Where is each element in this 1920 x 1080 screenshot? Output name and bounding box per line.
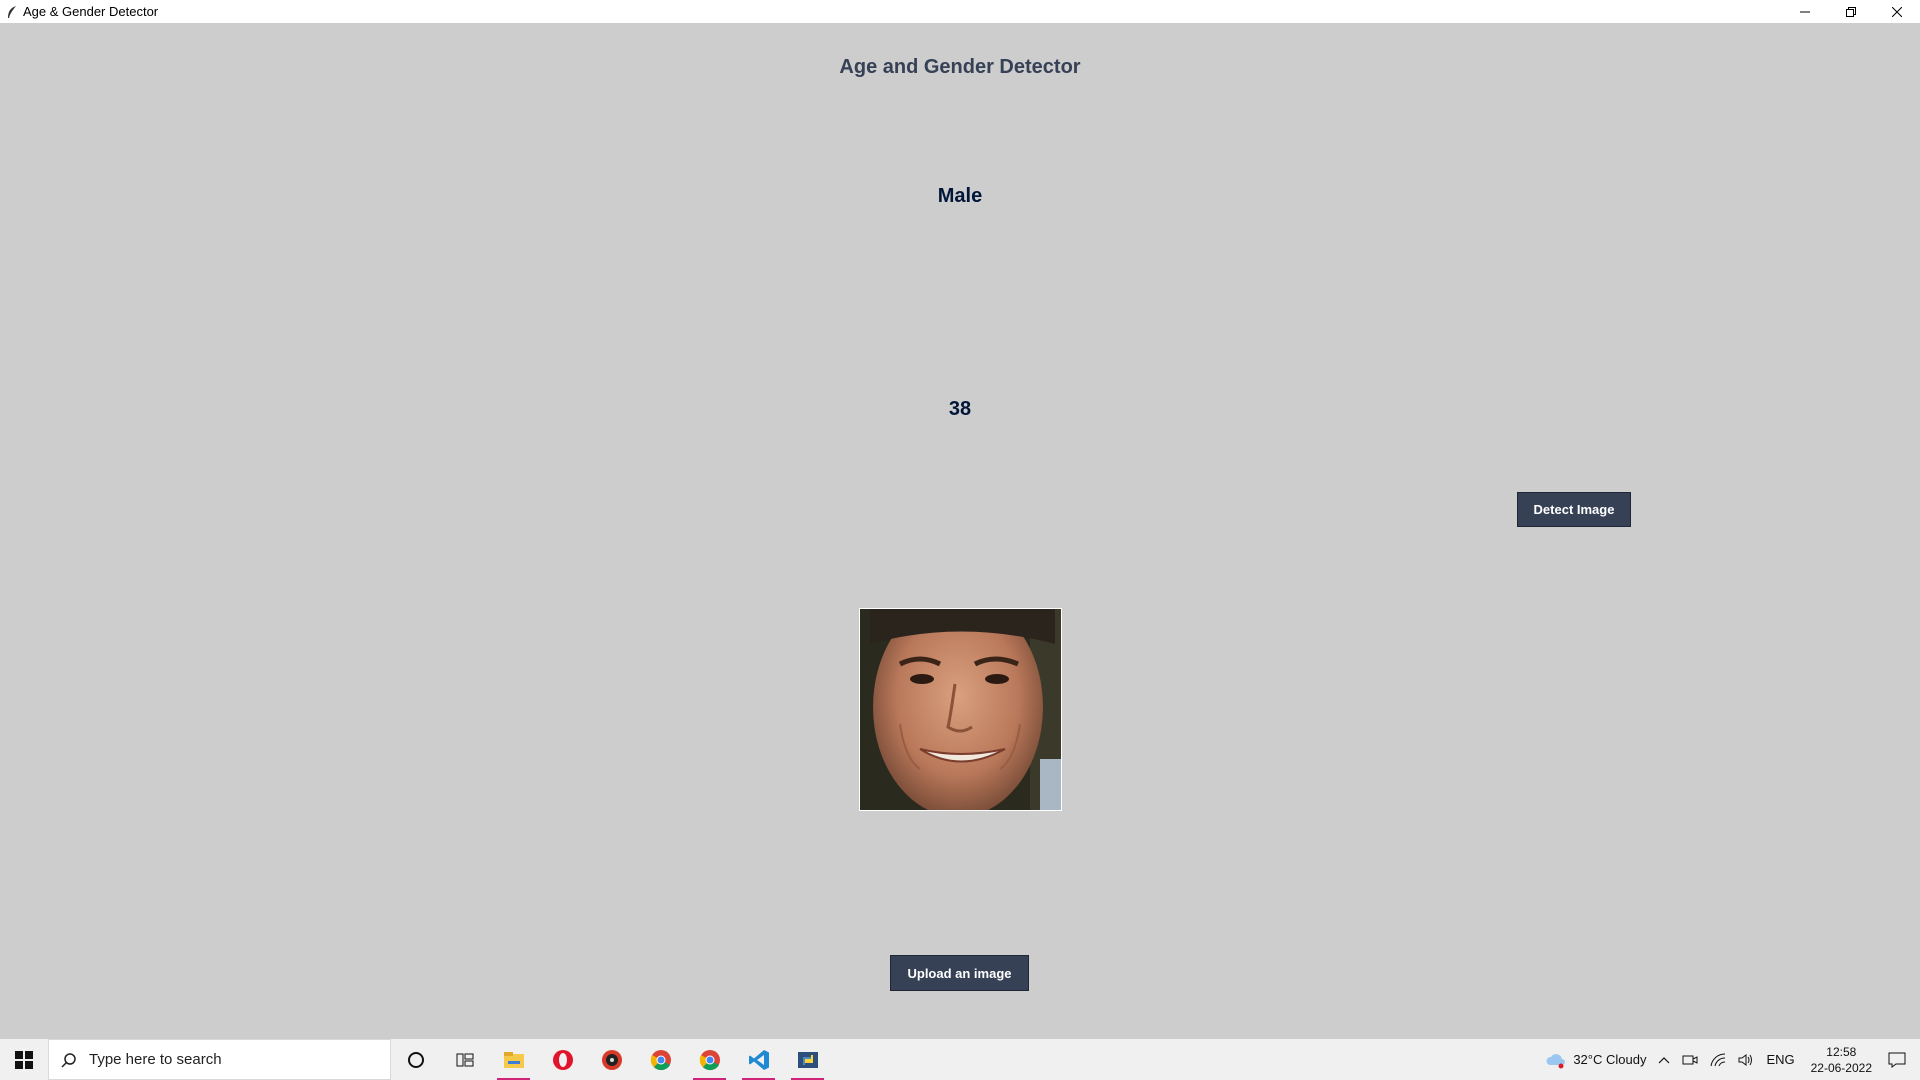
windows-logo-icon	[15, 1050, 33, 1069]
close-icon	[1892, 6, 1902, 17]
language-indicator[interactable]: ENG	[1766, 1052, 1794, 1067]
restore-button[interactable]	[1828, 0, 1874, 23]
start-button[interactable]	[0, 1039, 48, 1080]
detect-image-button[interactable]: Detect Image	[1517, 492, 1631, 527]
cortana-button[interactable]	[391, 1039, 440, 1080]
clock[interactable]: 12:58 22-06-2022	[1811, 1044, 1872, 1076]
window-title: Age & Gender Detector	[23, 4, 159, 19]
window-titlebar: Age & Gender Detector	[0, 0, 1920, 23]
network-button[interactable]	[1710, 1052, 1726, 1067]
volume-button[interactable]	[1738, 1053, 1754, 1067]
opera-icon	[552, 1049, 573, 1070]
music-player-icon	[601, 1049, 622, 1070]
chrome-icon	[650, 1049, 671, 1070]
app-canvas: Age and Gender Detector Male 38 Detect I…	[0, 23, 1920, 1039]
minimize-button[interactable]	[1782, 0, 1828, 23]
chrome-profile-button[interactable]	[685, 1039, 734, 1080]
restore-icon	[1846, 6, 1856, 17]
wifi-icon	[1710, 1052, 1726, 1066]
file-explorer-icon	[503, 1051, 524, 1068]
task-view-button[interactable]	[440, 1039, 489, 1080]
meet-now-button[interactable]	[1682, 1053, 1698, 1067]
window-controls	[1782, 0, 1920, 23]
show-hidden-icons-button[interactable]	[1658, 1056, 1670, 1064]
camera-icon	[1682, 1055, 1698, 1064]
minimize-icon	[1800, 11, 1810, 12]
search-placeholder: Type here to search	[89, 1051, 222, 1068]
python-button[interactable]	[783, 1039, 832, 1080]
speaker-icon	[1738, 1053, 1753, 1066]
uploaded-face-image	[859, 608, 1062, 811]
action-center-button[interactable]	[1888, 1052, 1906, 1068]
opera-button[interactable]	[538, 1039, 587, 1080]
windows-taskbar: Type here to search 32°C Cloudy ENG 12:5…	[0, 1039, 1920, 1080]
gender-result-label: Male	[937, 185, 983, 207]
vscode-button[interactable]	[734, 1039, 783, 1080]
taskbar-search-box[interactable]: Type here to search	[48, 1039, 391, 1080]
clock-date: 22-06-2022	[1810, 1060, 1872, 1075]
chrome-profile-icon	[699, 1049, 720, 1070]
app-heading: Age and Gender Detector	[839, 56, 1081, 78]
feather-icon	[4, 4, 20, 20]
clock-time: 12:58	[1826, 1044, 1857, 1059]
cloudy-weather-icon	[1546, 1053, 1566, 1068]
python-icon	[797, 1051, 818, 1068]
weather-text: 32°C Cloudy	[1573, 1052, 1647, 1067]
file-explorer-button[interactable]	[489, 1039, 538, 1080]
age-result-label: 38	[948, 398, 972, 420]
upload-image-button[interactable]: Upload an image	[890, 955, 1029, 991]
chevron-up-icon	[1659, 1056, 1670, 1063]
task-view-icon	[456, 1053, 473, 1066]
search-icon	[61, 1052, 76, 1068]
music-player-button[interactable]	[587, 1039, 636, 1080]
notification-icon	[1888, 1052, 1906, 1068]
system-tray: 32°C Cloudy ENG 12:58 22-06-2022	[1539, 1039, 1920, 1080]
cortana-icon	[407, 1051, 424, 1068]
chrome-button[interactable]	[636, 1039, 685, 1080]
close-button[interactable]	[1874, 0, 1920, 23]
weather-widget[interactable]: 32°C Cloudy	[1545, 1051, 1646, 1069]
vscode-icon	[748, 1049, 769, 1070]
